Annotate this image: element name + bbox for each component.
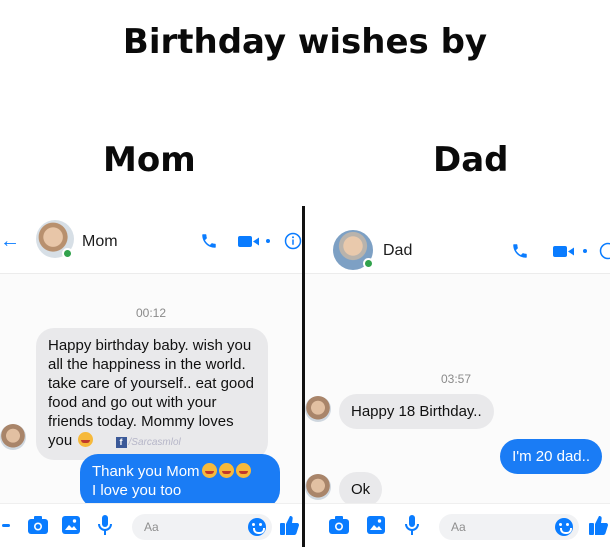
- watermark: f/Sarcasmlol: [115, 437, 181, 448]
- active-dot-icon: [583, 249, 587, 253]
- active-dot-icon: [266, 239, 270, 243]
- info-icon[interactable]: [599, 242, 610, 260]
- message-text: I'm 20 dad..: [512, 448, 590, 465]
- thumbs-up-icon[interactable]: [589, 514, 609, 541]
- kissing-face-icon: [201, 463, 217, 478]
- outgoing-message[interactable]: Thank you Mom I love you too: [80, 454, 280, 508]
- info-icon[interactable]: [284, 232, 302, 250]
- video-camera-icon[interactable]: [553, 245, 577, 258]
- image-icon[interactable]: [367, 516, 385, 539]
- message-compose[interactable]: [132, 514, 272, 540]
- thumbs-up-icon[interactable]: [280, 514, 300, 541]
- contact-name[interactable]: Mom: [82, 233, 118, 251]
- mom-label: Mom: [103, 140, 196, 180]
- microphone-icon[interactable]: [98, 515, 112, 540]
- back-arrow-icon[interactable]: ←: [0, 230, 20, 253]
- dad-chat-header: Dad: [305, 206, 610, 274]
- dad-small-avatar: [305, 396, 331, 422]
- composer-bar: [0, 503, 302, 547]
- incoming-message[interactable]: Happy 18 Birthday..: [339, 394, 494, 429]
- kissing-face-icon: [218, 463, 234, 478]
- more-options-icon[interactable]: [2, 524, 10, 527]
- meme-title: Birthday wishes by: [122, 22, 488, 62]
- online-status-icon: [62, 248, 73, 259]
- outgoing-message[interactable]: I'm 20 dad..: [500, 439, 602, 474]
- dad-chat-panel: Dad 03:57 Happy 18 Birthday.. I'm 20 dad…: [305, 206, 610, 547]
- incoming-message[interactable]: Ok: [339, 472, 383, 507]
- emoji-icon[interactable]: [555, 518, 573, 536]
- mom-small-avatar: [0, 424, 26, 450]
- kissing-face-icon: [235, 463, 251, 478]
- mom-chat-panel: ← Mom 00:12 Happy birthday baby. wish yo…: [0, 206, 302, 547]
- message-text: Happy 18 Birthday..: [351, 403, 482, 420]
- timestamp: 00:12: [136, 306, 167, 320]
- online-status-icon: [363, 258, 374, 269]
- phone-icon[interactable]: [511, 242, 529, 260]
- message-compose[interactable]: [439, 514, 579, 540]
- emoji-icon[interactable]: [248, 518, 266, 536]
- image-icon[interactable]: [62, 516, 80, 539]
- contact-name[interactable]: Dad: [383, 242, 412, 260]
- mom-chat-header: ← Mom: [0, 206, 302, 274]
- incoming-message[interactable]: Happy birthday baby. wish you all the ha…: [36, 328, 268, 460]
- phone-icon[interactable]: [200, 232, 218, 250]
- dad-label: Dad: [433, 140, 509, 180]
- dad-small-avatar: [305, 474, 331, 500]
- composer-bar: [305, 503, 610, 547]
- message-text: Happy birthday baby. wish you all the ha…: [48, 337, 254, 449]
- camera-icon[interactable]: [329, 516, 349, 539]
- message-text-line2: I love you too: [92, 482, 182, 499]
- kissing-face-icon: [78, 432, 94, 447]
- microphone-icon[interactable]: [405, 515, 419, 540]
- message-text: Ok: [351, 481, 371, 498]
- message-text-line1: Thank you Mom: [92, 463, 200, 480]
- camera-icon[interactable]: [28, 516, 48, 539]
- video-camera-icon[interactable]: [238, 235, 262, 248]
- timestamp: 03:57: [441, 372, 472, 386]
